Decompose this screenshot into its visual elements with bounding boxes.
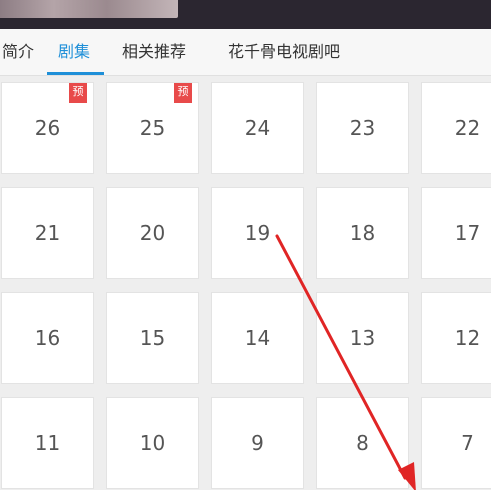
episode-number: 12 bbox=[454, 326, 481, 350]
episode-number: 17 bbox=[454, 221, 481, 245]
episode-grid: 26 预 25 预 24 23 22 21 20 19 18 17 16 15 … bbox=[0, 76, 491, 490]
episode-tile[interactable]: 26 预 bbox=[1, 82, 94, 174]
episode-number: 19 bbox=[244, 221, 271, 245]
episode-tile[interactable]: 15 bbox=[106, 292, 199, 384]
episode-tile[interactable]: 22 bbox=[421, 82, 491, 174]
episode-number: 14 bbox=[244, 326, 271, 350]
episode-tile[interactable]: 12 bbox=[421, 292, 491, 384]
episode-tile[interactable]: 10 bbox=[106, 397, 199, 489]
tab-episodes[interactable]: 剧集 bbox=[58, 29, 90, 75]
episode-tile[interactable]: 23 bbox=[316, 82, 409, 174]
active-tab-indicator bbox=[47, 72, 104, 75]
episode-tile[interactable]: 11 bbox=[1, 397, 94, 489]
episode-number: 8 bbox=[356, 431, 369, 455]
episode-tile[interactable]: 21 bbox=[1, 187, 94, 279]
episode-number: 13 bbox=[349, 326, 376, 350]
episode-number: 22 bbox=[454, 116, 481, 140]
episode-number: 16 bbox=[34, 326, 61, 350]
episode-tile[interactable]: 25 预 bbox=[106, 82, 199, 174]
episode-number: 18 bbox=[349, 221, 376, 245]
episode-number: 7 bbox=[461, 431, 474, 455]
episode-number: 20 bbox=[139, 221, 166, 245]
video-header bbox=[0, 0, 491, 29]
episode-number: 21 bbox=[34, 221, 61, 245]
episode-tile[interactable]: 16 bbox=[1, 292, 94, 384]
episode-tile[interactable]: 9 bbox=[211, 397, 304, 489]
episode-tile[interactable]: 18 bbox=[316, 187, 409, 279]
episode-number: 15 bbox=[139, 326, 166, 350]
tab-recommended[interactable]: 相关推荐 bbox=[122, 29, 186, 75]
episode-tile[interactable]: 24 bbox=[211, 82, 304, 174]
episode-number: 9 bbox=[251, 431, 264, 455]
episode-tile[interactable]: 7 bbox=[421, 397, 491, 489]
episode-tile[interactable]: 14 bbox=[211, 292, 304, 384]
episode-tile[interactable]: 13 bbox=[316, 292, 409, 384]
episode-number: 24 bbox=[244, 116, 271, 140]
episode-number: 11 bbox=[34, 431, 61, 455]
tab-bar: 简介 剧集 相关推荐 花千骨电视剧吧 bbox=[0, 29, 491, 76]
cover-thumbnail[interactable] bbox=[0, 0, 178, 18]
preview-badge: 预 bbox=[174, 83, 192, 103]
episode-number: 10 bbox=[139, 431, 166, 455]
episode-tile[interactable]: 19 bbox=[211, 187, 304, 279]
preview-badge: 预 bbox=[69, 83, 87, 103]
episode-tile[interactable]: 17 bbox=[421, 187, 491, 279]
episode-tile[interactable]: 20 bbox=[106, 187, 199, 279]
episode-number: 23 bbox=[349, 116, 376, 140]
episode-tile[interactable]: 8 bbox=[316, 397, 409, 489]
tab-intro[interactable]: 简介 bbox=[2, 29, 34, 75]
tab-tv-forum[interactable]: 花千骨电视剧吧 bbox=[228, 29, 340, 75]
episode-list-screen: 简介 剧集 相关推荐 花千骨电视剧吧 26 预 25 预 24 23 22 21… bbox=[0, 0, 491, 490]
